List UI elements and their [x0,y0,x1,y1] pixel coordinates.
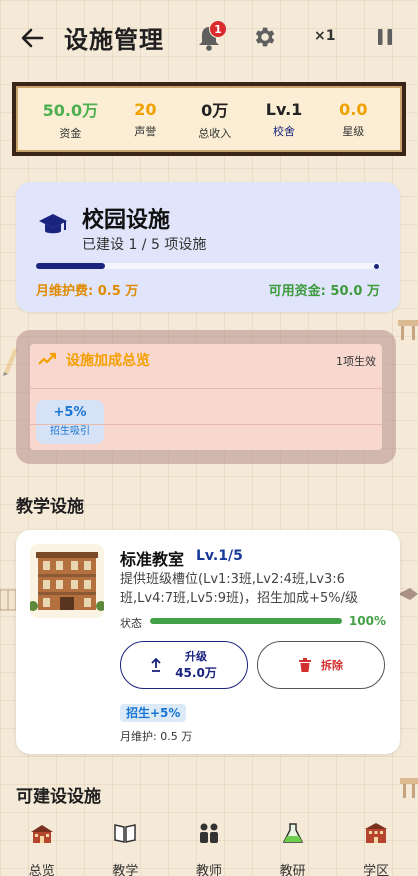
nav-label: 教学 [112,864,139,876]
flask-icon [282,823,303,843]
status-label: 状态 [120,617,142,630]
status-percent: 100% [348,614,386,628]
nav-item-teachers[interactable]: 教师 [174,814,244,876]
facility-name: 标准教室 [120,550,185,569]
stat-total-income: 0万 总收入 [193,97,237,141]
stat-funds: 50.0万 资金 [43,97,98,141]
stat-value: 50.0万 [42,101,99,120]
facility-card-standard-classroom: 标准教室 Lv.1/5 提供班级槽位(Lv1:3班,Lv2:4班,Lv3:6班,… [16,530,400,754]
chip-value: +5% [53,405,87,420]
bonus-panel: 设施加成总览 1项生效 +5% 招生吸引 [30,344,382,450]
stat-label: 总收入 [198,127,232,140]
stat-value: 20 [134,99,157,119]
nav-label: 学区 [363,864,390,876]
status-bar [150,618,342,624]
graduation-cap-icon [39,214,67,234]
facility-description: 提供班级槽位(Lv1:3班,Lv2:4班,Lv3:6班,Lv4:7班,Lv5:9… [120,572,358,606]
section-title-teaching: 教学设施 [16,497,84,517]
available-funds: 可用资金: 50.0 万 [268,284,380,299]
top-app-bar: 设施管理 1 ×1 [0,0,418,76]
active-bonus-count: 1项生效 [336,355,376,368]
nav-label: 教研 [279,864,306,876]
build-progress-bar [36,263,380,269]
trash-icon [299,658,311,672]
section-title-buildable: 可建设设施 [16,787,101,807]
stat-label: 星级 [342,124,365,138]
chip-label: 招生吸引 [50,426,90,437]
monthly-maintenance: 月维护费: 0.5 万 [36,284,139,299]
stat-value: 0万 [201,101,229,120]
build-progress-text: 已建设 1 / 5 项设施 [82,237,207,253]
notification-badge: 1 [209,20,227,38]
hat-doodle-icon [398,588,418,600]
bonus-chip-enrollment: +5% 招生吸引 [36,400,104,444]
classroom-building-icon [30,544,104,618]
page-title: 设施管理 [64,26,164,54]
stat-value: Lv.1 [265,99,303,119]
desk-doodle-2-icon [400,778,418,798]
arrow-up-icon [151,658,161,672]
upgrade-label: 升级 [184,650,207,663]
back-arrow-icon[interactable] [18,24,46,52]
stat-label: 校舍 [273,124,296,138]
facility-maintenance: 月维护: 0.5 万 [120,730,193,743]
book-icon [114,824,137,843]
upgrade-label-group: 升级 45.0万 [175,649,217,681]
speed-toggle-button[interactable]: ×1 [314,28,335,44]
pause-icon[interactable] [374,26,396,48]
stat-label: 声誉 [134,124,157,138]
desk-doodle-icon [398,320,418,340]
facility-bonus-overview: 设施加成总览 1项生效 +5% 招生吸引 [16,330,396,464]
gear-icon[interactable] [251,24,277,50]
stat-campus-level: Lv.1 校舍 [262,100,306,139]
demolish-button[interactable]: 拆除 [257,641,385,689]
status-bar-fill [150,618,342,624]
stat-label: 资金 [59,127,82,140]
stat-value: 0.0 [339,99,368,119]
stat-star-rating: 0.0 星级 [331,100,375,139]
campus-title: 校园设施 [82,208,171,233]
progress-end-dot [374,264,379,269]
nav-item-teaching[interactable]: 教学 [90,814,160,876]
facility-level: Lv.1/5 [196,548,243,564]
district-building-icon [365,823,388,843]
nav-item-district[interactable]: 学区 [341,814,411,876]
upgrade-button[interactable]: 升级 45.0万 [120,641,248,689]
upgrade-cost: 45.0万 [175,666,217,680]
nav-label: 总览 [28,864,55,876]
bottom-navigation: 总览 教学 教师 教研 学区 [0,814,418,876]
teachers-icon [199,823,218,843]
bonus-title: 设施加成总览 [66,353,150,369]
trending-up-icon [38,352,56,365]
nav-label: 教师 [195,864,222,876]
build-progress-fill [36,263,105,269]
school-house-icon [30,825,53,843]
stat-reputation: 20 声誉 [123,100,167,139]
resource-stats-bar: 50.0万 资金 20 声誉 0万 总收入 Lv.1 校舍 0.0 星级 [12,82,406,156]
demolish-label: 拆除 [321,659,343,672]
nav-item-research[interactable]: 教研 [258,814,328,876]
nav-item-overview[interactable]: 总览 [7,814,77,876]
campus-facilities-card: 校园设施 已建设 1 / 5 项设施 月维护费: 0.5 万 可用资金: 50.… [16,182,400,312]
bonus-tag: 招生+5% [120,704,187,722]
